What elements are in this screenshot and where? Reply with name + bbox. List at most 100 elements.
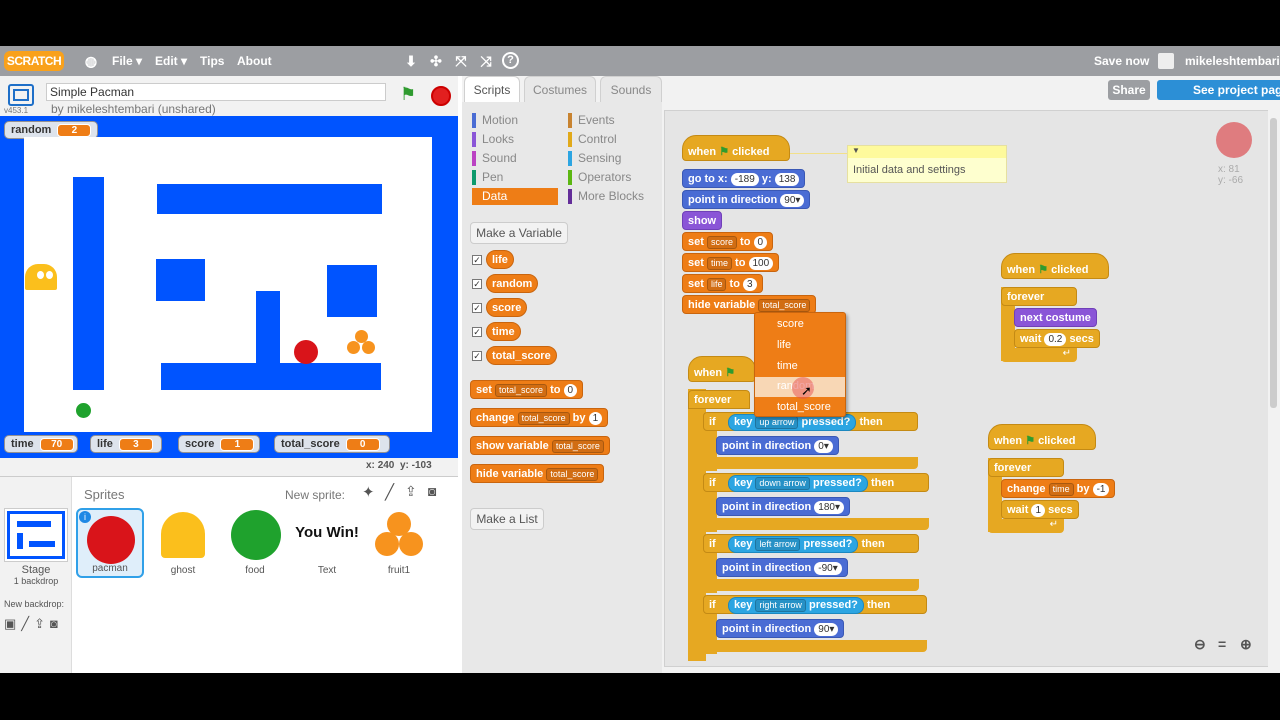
dropdown-option-total-score[interactable]: total_score	[777, 401, 831, 413]
value-input[interactable]: 0	[753, 235, 768, 249]
category-control[interactable]: Control	[568, 131, 658, 148]
make-list-button[interactable]: Make a List	[470, 508, 544, 530]
variable-checkbox[interactable]: ✓	[472, 255, 482, 265]
save-now-button[interactable]: Save now	[1094, 54, 1149, 68]
seconds-input[interactable]: 1	[1031, 503, 1046, 517]
grow-icon[interactable]: ⤧	[452, 52, 470, 70]
stage[interactable]: random 2 time 70 life 3 score 1 total_sc…	[0, 116, 458, 458]
seconds-input[interactable]: 0.2	[1044, 332, 1067, 346]
show-block[interactable]: show	[682, 211, 723, 230]
x-input[interactable]: -189	[730, 172, 759, 186]
point-direction-right-block[interactable]: point in direction 90▾	[716, 619, 845, 638]
key-dropdown[interactable]: up arrow	[755, 415, 799, 429]
dropdown-option-score[interactable]: score	[777, 318, 804, 330]
tab-costumes[interactable]: Costumes	[524, 76, 596, 102]
variable-reporter-random[interactable]: random	[486, 274, 539, 293]
green-flag-icon[interactable]: ⚑	[400, 84, 416, 105]
category-operators[interactable]: Operators	[568, 169, 658, 186]
when-flag-clicked-hat-3[interactable]: when ⚑ clicked	[1001, 253, 1109, 279]
dropdown-option-life[interactable]: life	[777, 339, 791, 351]
value-input[interactable]: 1	[588, 411, 603, 425]
value-input[interactable]: 100	[748, 256, 774, 270]
variable-reporter-score[interactable]: score	[486, 298, 528, 317]
variable-dropdown[interactable]: total_score	[494, 383, 547, 397]
duplicate-stamp-icon[interactable]: ⬇	[402, 52, 420, 70]
backdrop-tools-icons[interactable]: ▣╱⇪◙	[4, 616, 63, 632]
sprite-tile-food[interactable]: food	[221, 508, 289, 578]
category-motion[interactable]: Motion	[472, 112, 562, 129]
sprite-tile-pacman[interactable]: i pacman	[76, 508, 144, 578]
point-direction-down-block[interactable]: point in direction 180▾	[716, 497, 850, 516]
variable-reporter-total-score[interactable]: total_score	[486, 346, 557, 365]
shrink-icon[interactable]: ⤨	[477, 52, 495, 70]
set-time-block[interactable]: set time to 100	[682, 253, 780, 272]
variable-reporter-time[interactable]: time	[486, 322, 521, 341]
variable-reporter-life[interactable]: life	[486, 250, 514, 269]
ghost-sprite[interactable]	[25, 264, 57, 290]
forever-block-3[interactable]: forever	[1001, 287, 1077, 306]
scrollbar-vertical[interactable]	[1268, 110, 1280, 667]
variable-dropdown[interactable]: total_score	[517, 411, 570, 425]
key-dropdown[interactable]: right arrow	[755, 598, 806, 612]
zoom-out-icon[interactable]: ⊖	[1194, 636, 1206, 653]
if-key-right-block[interactable]: if key right arrow pressed? then	[703, 595, 927, 614]
fruit-sprite[interactable]	[347, 330, 377, 358]
tab-sounds[interactable]: Sounds	[600, 76, 662, 102]
direction-input[interactable]: 0▾	[814, 439, 833, 453]
direction-input[interactable]: 90▾	[814, 622, 839, 636]
variable-checkbox[interactable]: ✓	[472, 279, 482, 289]
delete-scissors-icon[interactable]: ✣	[427, 52, 445, 70]
value-input[interactable]: 3	[743, 277, 757, 291]
set-score-block[interactable]: set score to 0	[682, 232, 774, 251]
value-input[interactable]: -1	[1092, 482, 1110, 496]
help-icon[interactable]: ?	[502, 52, 519, 69]
palette-show-variable-block[interactable]: show variable total_score	[470, 436, 610, 455]
category-looks[interactable]: Looks	[472, 131, 562, 148]
tab-scripts[interactable]: Scripts	[464, 76, 520, 102]
presentation-mode-icon[interactable]	[8, 84, 34, 106]
menu-about[interactable]: About	[237, 54, 272, 68]
menu-edit[interactable]: Edit ▾	[155, 54, 187, 68]
set-life-block[interactable]: set life to 3	[682, 274, 763, 293]
sprite-tile-text[interactable]: You Win! Text	[293, 508, 361, 578]
food-sprite[interactable]	[76, 403, 91, 418]
menu-file[interactable]: File ▾	[112, 54, 142, 68]
category-events[interactable]: Events	[568, 112, 658, 129]
globe-icon[interactable]: ◍	[82, 52, 100, 70]
menu-tips[interactable]: Tips	[200, 54, 224, 68]
if-key-left-block[interactable]: if key left arrow pressed? then	[703, 534, 919, 553]
upload-icon[interactable]: ⇪	[405, 483, 417, 500]
zoom-reset-icon[interactable]: =	[1218, 636, 1226, 652]
key-dropdown[interactable]: left arrow	[755, 537, 801, 551]
wait-secs-block[interactable]: wait 0.2 secs	[1014, 329, 1100, 348]
when-flag-clicked-hat[interactable]: when ⚑ clicked	[682, 135, 790, 161]
sprite-tile-ghost[interactable]: ghost	[149, 508, 217, 578]
go-to-xy-block[interactable]: go to x: -189 y: 138	[682, 169, 806, 188]
change-time-block[interactable]: change time by -1	[1001, 479, 1116, 498]
camera-icon[interactable]: ◙	[428, 483, 436, 499]
variable-checkbox[interactable]: ✓	[472, 351, 482, 361]
variable-dropdown[interactable]: total_score	[546, 467, 599, 481]
when-flag-clicked-hat-4[interactable]: when ⚑ clicked	[988, 424, 1096, 450]
key-dropdown[interactable]: down arrow	[755, 476, 810, 490]
zoom-in-icon[interactable]: ⊕	[1240, 636, 1252, 653]
stop-icon[interactable]	[431, 86, 451, 106]
next-costume-block[interactable]: next costume	[1014, 308, 1097, 327]
scratch-logo[interactable]: SCRATCH	[4, 51, 64, 71]
palette-hide-variable-block[interactable]: hide variable total_score	[470, 464, 605, 483]
choose-sprite-icon[interactable]: ✦	[362, 483, 375, 501]
if-key-down-block[interactable]: if key down arrow pressed? then	[703, 473, 929, 492]
stage-thumbnail[interactable]	[4, 508, 68, 562]
point-in-direction-block[interactable]: point in direction 90▾	[682, 190, 811, 209]
variable-dropdown[interactable]: life	[706, 277, 727, 291]
category-more-blocks[interactable]: More Blocks	[568, 188, 658, 205]
direction-input[interactable]: 90▾	[780, 193, 805, 207]
make-variable-button[interactable]: Make a Variable	[470, 222, 568, 244]
project-title-input[interactable]: Simple Pacman	[46, 83, 386, 101]
forever-block-4[interactable]: forever	[988, 458, 1064, 477]
script-comment[interactable]: ▼ Initial data and settings	[847, 145, 1007, 183]
category-pen[interactable]: Pen	[472, 169, 562, 186]
category-data[interactable]: Data	[472, 188, 558, 205]
wait-secs-block-4[interactable]: wait 1 secs	[1001, 500, 1079, 519]
direction-input[interactable]: 180▾	[814, 500, 844, 514]
